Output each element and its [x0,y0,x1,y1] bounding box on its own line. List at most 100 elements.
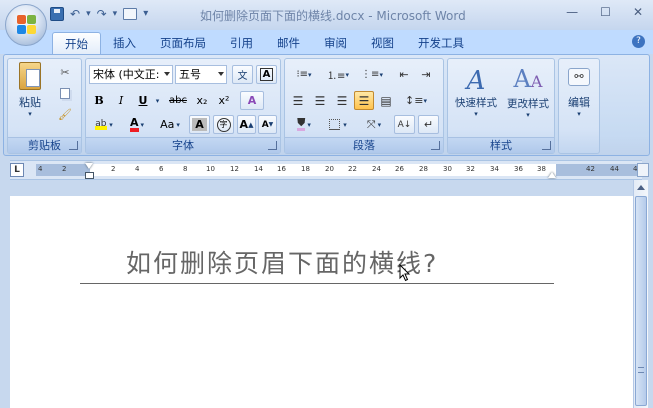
borders-button[interactable]: ▾ [322,115,354,134]
ruler-tick-label: 34 [490,165,499,173]
save-icon[interactable] [50,7,64,21]
italic-icon: I [118,94,124,107]
superscript-button[interactable]: x² [214,91,234,110]
editing-group: ⚯ 编辑 ▾ [558,58,600,154]
bold-button[interactable]: B [89,91,109,110]
paste-button[interactable]: 粘贴 ▾ [12,61,48,119]
help-icon[interactable]: ? [632,35,645,48]
tab-page-layout[interactable]: 页面布局 [148,32,218,54]
font-name-combo[interactable]: 宋体 (中文正: [89,65,173,84]
first-line-indent-marker[interactable] [85,163,93,169]
view-ruler-icon[interactable] [637,163,649,177]
ruler-tick-label: 18 [301,165,310,173]
redo-icon[interactable]: ↷ [97,6,107,22]
italic-button[interactable]: I [111,91,131,110]
bullets-button[interactable]: ⁝≡ ▾ [288,65,320,84]
window-title: 如何删除页面下面的横线.docx - Microsoft Word [200,9,466,23]
undo-dropdown-icon[interactable]: ▾ [86,6,91,22]
office-logo-icon [17,15,37,35]
paragraph-launcher-icon[interactable] [431,141,440,150]
vertical-scrollbar[interactable] [633,180,648,408]
decrease-indent-icon: ⇤ [399,68,409,81]
character-shading-button[interactable]: A [189,115,210,134]
line-spacing-button[interactable]: ↕≡ ▾ [400,91,432,110]
shading-button[interactable]: ⛊ ▾ [288,115,320,134]
enclose-characters-button[interactable]: 字 [213,115,234,134]
quick-access-toolbar: ↶ ▾ ↷ ▾ ▾ [50,6,148,22]
ruler-tick-label: 28 [419,165,428,173]
grow-font-button[interactable]: A ▲ [237,115,256,134]
underline-button[interactable]: U [133,91,153,110]
undo-icon[interactable]: ↶ [70,6,80,22]
tab-mailings[interactable]: 邮件 [265,32,312,54]
distributed-icon: ▤ [380,93,392,108]
show-marks-button[interactable]: ↵ [418,115,439,134]
character-border-button[interactable]: A [256,65,277,84]
distributed-button[interactable]: ▤ [376,91,396,110]
decrease-indent-button[interactable]: ⇤ [394,65,414,84]
change-styles-button[interactable]: AA 更改样式 ▾ [503,61,553,123]
editing-button[interactable]: ⚯ 编辑 ▾ [562,63,596,125]
font-size-dropdown-icon[interactable] [218,72,224,76]
minimize-button[interactable]: — [566,5,578,19]
underline-dropdown[interactable]: ▾ [153,91,162,110]
format-painter-button[interactable]: 🖌 [56,105,74,124]
ruler-tick-label: 44 [610,165,619,173]
tab-insert[interactable]: 插入 [101,32,148,54]
tab-selector[interactable]: L [10,163,24,177]
sort-button[interactable]: A↓ [394,115,415,134]
tab-developer[interactable]: 开发工具 [406,32,476,54]
underline-dropdown-icon: ▾ [155,96,160,105]
tab-review[interactable]: 审阅 [312,32,359,54]
ruler-tick-label: 22 [348,165,357,173]
numbering-button[interactable]: ⒈≡ ▾ [322,65,354,84]
ruler-right-margin [556,164,642,176]
tab-references[interactable]: 引用 [218,32,265,54]
phonetic-guide-button[interactable]: 文 [232,65,253,84]
maximize-button[interactable]: ☐ [600,5,611,19]
copy-button[interactable] [56,84,74,103]
horizontal-ruler[interactable]: L 4 2 2 4 6 8 10 12 14 16 18 20 22 24 26 28 30 32 34 36 38 42… [10,160,642,180]
strikethrough-button[interactable]: abc [166,91,190,110]
vertical-ruler [0,180,10,408]
clipboard-launcher-icon[interactable] [69,141,78,150]
change-case-button[interactable]: Aa ▾ [155,115,185,134]
scroll-up-icon[interactable] [635,182,647,194]
highlight-button[interactable]: ab ▾ [89,115,119,134]
align-right-button[interactable]: ☰ [332,91,352,110]
redo-dropdown-icon[interactable]: ▾ [113,6,118,22]
subscript-button[interactable]: x₂ [192,91,212,110]
right-indent-marker[interactable] [548,172,556,178]
print-preview-icon[interactable] [123,8,138,20]
clear-formatting-button[interactable]: A [240,91,264,110]
font-color-icon: A [129,117,139,132]
close-button[interactable]: ✕ [633,5,643,19]
office-button[interactable] [5,4,47,46]
quick-styles-button[interactable]: A 快速样式 ▾ [451,61,501,123]
qat-customize-icon[interactable]: ▾ [143,6,148,22]
superscript-icon: x² [218,94,230,107]
font-name-dropdown-icon[interactable] [164,72,170,76]
change-styles-icon: AA [513,65,543,93]
document-page[interactable] [10,196,633,408]
chinese-layout-button[interactable]: ⤧ ▾ [358,115,390,134]
tab-home[interactable]: 开始 [52,32,101,54]
align-center-button[interactable]: ☰ [310,91,330,110]
shrink-font-button[interactable]: A ▼ [258,115,277,134]
styles-group: A 快速样式 ▾ AA 更改样式 ▾ 样式 [447,58,555,154]
increase-indent-button[interactable]: ⇥ [416,65,436,84]
header-text[interactable]: 如何删除页眉下面的横线? [126,244,438,280]
font-color-button[interactable]: A ▾ [123,115,151,134]
align-left-button[interactable]: ☰ [288,91,308,110]
left-indent-marker[interactable] [85,172,94,179]
grow-font-icon: A [239,118,249,131]
justify-button[interactable]: ☰ [354,91,374,110]
styles-launcher-icon[interactable] [542,141,551,150]
multilevel-list-button[interactable]: ⋮≡ ▾ [356,65,388,84]
editing-label: 编辑 [568,96,590,109]
font-launcher-icon[interactable] [268,141,277,150]
font-size-combo[interactable]: 五号 [175,65,227,84]
tab-view[interactable]: 视图 [359,32,406,54]
scroll-thumb[interactable] [635,196,647,406]
cut-button[interactable]: ✂ [56,63,74,82]
